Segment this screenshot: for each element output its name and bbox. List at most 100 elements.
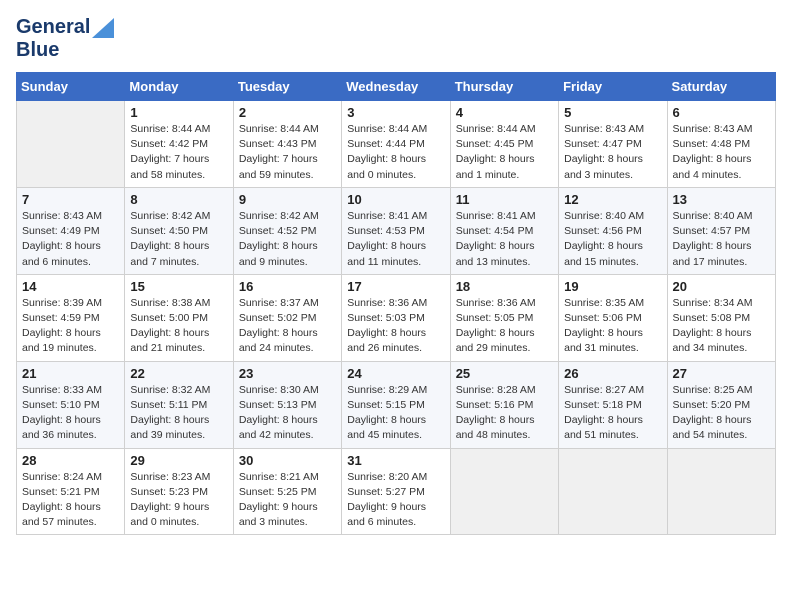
- calendar-cell: 12 Sunrise: 8:40 AM Sunset: 4:56 PM Dayli…: [559, 187, 667, 274]
- day-info: Sunrise: 8:28 AM Sunset: 5:16 PM Dayligh…: [456, 383, 553, 444]
- calendar-cell: 20 Sunrise: 8:34 AM Sunset: 5:08 PM Dayli…: [667, 274, 775, 361]
- weekday-header: Tuesday: [233, 73, 341, 101]
- day-info: Sunrise: 8:23 AM Sunset: 5:23 PM Dayligh…: [130, 470, 227, 531]
- day-number: 1: [130, 105, 227, 120]
- day-number: 19: [564, 279, 661, 294]
- day-number: 22: [130, 366, 227, 381]
- calendar-cell: 17 Sunrise: 8:36 AM Sunset: 5:03 PM Dayli…: [342, 274, 450, 361]
- calendar-cell: 11 Sunrise: 8:41 AM Sunset: 4:54 PM Dayli…: [450, 187, 558, 274]
- day-number: 24: [347, 366, 444, 381]
- calendar-cell: 18 Sunrise: 8:36 AM Sunset: 5:05 PM Dayli…: [450, 274, 558, 361]
- day-info: Sunrise: 8:44 AM Sunset: 4:42 PM Dayligh…: [130, 122, 227, 183]
- day-info: Sunrise: 8:20 AM Sunset: 5:27 PM Dayligh…: [347, 470, 444, 531]
- calendar-cell: 27 Sunrise: 8:25 AM Sunset: 5:20 PM Dayli…: [667, 361, 775, 448]
- day-info: Sunrise: 8:36 AM Sunset: 5:05 PM Dayligh…: [456, 296, 553, 357]
- day-number: 27: [673, 366, 770, 381]
- day-info: Sunrise: 8:27 AM Sunset: 5:18 PM Dayligh…: [564, 383, 661, 444]
- calendar-week-row: 1 Sunrise: 8:44 AM Sunset: 4:42 PM Daylig…: [17, 101, 776, 188]
- calendar-cell: 31 Sunrise: 8:20 AM Sunset: 5:27 PM Dayli…: [342, 448, 450, 535]
- calendar-cell: 5 Sunrise: 8:43 AM Sunset: 4:47 PM Daylig…: [559, 101, 667, 188]
- calendar-cell: 9 Sunrise: 8:42 AM Sunset: 4:52 PM Daylig…: [233, 187, 341, 274]
- day-info: Sunrise: 8:32 AM Sunset: 5:11 PM Dayligh…: [130, 383, 227, 444]
- day-info: Sunrise: 8:44 AM Sunset: 4:45 PM Dayligh…: [456, 122, 553, 183]
- day-info: Sunrise: 8:24 AM Sunset: 5:21 PM Dayligh…: [22, 470, 119, 531]
- calendar-cell: 3Sunrise: 8:44 AM Sunset: 4:44 PM Daylig…: [342, 101, 450, 188]
- day-info: Sunrise: 8:43 AM Sunset: 4:48 PM Dayligh…: [673, 122, 770, 183]
- day-info: Sunrise: 8:39 AM Sunset: 4:59 PM Dayligh…: [22, 296, 119, 357]
- calendar-week-row: 14Sunrise: 8:39 AM Sunset: 4:59 PM Dayli…: [17, 274, 776, 361]
- day-info: Sunrise: 8:38 AM Sunset: 5:00 PM Dayligh…: [130, 296, 227, 357]
- page-header: General Blue: [16, 16, 776, 62]
- day-info: Sunrise: 8:25 AM Sunset: 5:20 PM Dayligh…: [673, 383, 770, 444]
- weekday-header: Wednesday: [342, 73, 450, 101]
- day-info: Sunrise: 8:40 AM Sunset: 4:56 PM Dayligh…: [564, 209, 661, 270]
- day-number: 18: [456, 279, 553, 294]
- day-number: 7: [22, 192, 119, 207]
- day-number: 5: [564, 105, 661, 120]
- weekday-header: Thursday: [450, 73, 558, 101]
- calendar-table: SundayMondayTuesdayWednesdayThursdayFrid…: [16, 72, 776, 535]
- calendar-cell: 15Sunrise: 8:38 AM Sunset: 5:00 PM Dayli…: [125, 274, 233, 361]
- day-number: 26: [564, 366, 661, 381]
- day-info: Sunrise: 8:40 AM Sunset: 4:57 PM Dayligh…: [673, 209, 770, 270]
- day-number: 29: [130, 453, 227, 468]
- logo-text-blue: Blue: [16, 39, 59, 62]
- day-number: 11: [456, 192, 553, 207]
- calendar-cell: 19Sunrise: 8:35 AM Sunset: 5:06 PM Dayli…: [559, 274, 667, 361]
- weekday-header-row: SundayMondayTuesdayWednesdayThursdayFrid…: [17, 73, 776, 101]
- day-number: 2: [239, 105, 336, 120]
- day-number: 8: [130, 192, 227, 207]
- calendar-cell: 25 Sunrise: 8:28 AM Sunset: 5:16 PM Dayli…: [450, 361, 558, 448]
- weekday-header: Friday: [559, 73, 667, 101]
- logo: General Blue: [16, 16, 114, 62]
- day-info: Sunrise: 8:37 AM Sunset: 5:02 PM Dayligh…: [239, 296, 336, 357]
- calendar-cell: 7 Sunrise: 8:43 AM Sunset: 4:49 PM Daylig…: [17, 187, 125, 274]
- day-number: 23: [239, 366, 336, 381]
- day-info: Sunrise: 8:34 AM Sunset: 5:08 PM Dayligh…: [673, 296, 770, 357]
- calendar-cell: [450, 448, 558, 535]
- logo-text-general: General: [16, 16, 90, 39]
- calendar-cell: 6 Sunrise: 8:43 AM Sunset: 4:48 PM Daylig…: [667, 101, 775, 188]
- calendar-cell: 16Sunrise: 8:37 AM Sunset: 5:02 PM Dayli…: [233, 274, 341, 361]
- day-info: Sunrise: 8:44 AM Sunset: 4:44 PM Dayligh…: [347, 122, 444, 183]
- day-number: 17: [347, 279, 444, 294]
- calendar-cell: 2 Sunrise: 8:44 AM Sunset: 4:43 PM Daylig…: [233, 101, 341, 188]
- logo-arrow-icon: [92, 18, 114, 38]
- day-number: 9: [239, 192, 336, 207]
- day-info: Sunrise: 8:43 AM Sunset: 4:49 PM Dayligh…: [22, 209, 119, 270]
- weekday-header: Monday: [125, 73, 233, 101]
- day-info: Sunrise: 8:33 AM Sunset: 5:10 PM Dayligh…: [22, 383, 119, 444]
- day-info: Sunrise: 8:43 AM Sunset: 4:47 PM Dayligh…: [564, 122, 661, 183]
- day-number: 13: [673, 192, 770, 207]
- day-info: Sunrise: 8:29 AM Sunset: 5:15 PM Dayligh…: [347, 383, 444, 444]
- day-info: Sunrise: 8:42 AM Sunset: 4:52 PM Dayligh…: [239, 209, 336, 270]
- calendar-cell: 13 Sunrise: 8:40 AM Sunset: 4:57 PM Dayli…: [667, 187, 775, 274]
- weekday-header: Sunday: [17, 73, 125, 101]
- calendar-cell: 14Sunrise: 8:39 AM Sunset: 4:59 PM Dayli…: [17, 274, 125, 361]
- calendar-cell: 30Sunrise: 8:21 AM Sunset: 5:25 PM Dayli…: [233, 448, 341, 535]
- day-number: 6: [673, 105, 770, 120]
- calendar-cell: 1 Sunrise: 8:44 AM Sunset: 4:42 PM Daylig…: [125, 101, 233, 188]
- day-number: 31: [347, 453, 444, 468]
- calendar-week-row: 28Sunrise: 8:24 AM Sunset: 5:21 PM Dayli…: [17, 448, 776, 535]
- calendar-cell: [17, 101, 125, 188]
- day-number: 12: [564, 192, 661, 207]
- day-number: 21: [22, 366, 119, 381]
- calendar-cell: 28Sunrise: 8:24 AM Sunset: 5:21 PM Dayli…: [17, 448, 125, 535]
- day-info: Sunrise: 8:42 AM Sunset: 4:50 PM Dayligh…: [130, 209, 227, 270]
- calendar-week-row: 21 Sunrise: 8:33 AM Sunset: 5:10 PM Dayli…: [17, 361, 776, 448]
- day-info: Sunrise: 8:36 AM Sunset: 5:03 PM Dayligh…: [347, 296, 444, 357]
- calendar-cell: 4 Sunrise: 8:44 AM Sunset: 4:45 PM Daylig…: [450, 101, 558, 188]
- day-number: 25: [456, 366, 553, 381]
- day-info: Sunrise: 8:44 AM Sunset: 4:43 PM Dayligh…: [239, 122, 336, 183]
- day-number: 30: [239, 453, 336, 468]
- calendar-cell: 26 Sunrise: 8:27 AM Sunset: 5:18 PM Dayli…: [559, 361, 667, 448]
- day-info: Sunrise: 8:41 AM Sunset: 4:53 PM Dayligh…: [347, 209, 444, 270]
- day-info: Sunrise: 8:41 AM Sunset: 4:54 PM Dayligh…: [456, 209, 553, 270]
- day-number: 20: [673, 279, 770, 294]
- day-number: 4: [456, 105, 553, 120]
- calendar-cell: 21 Sunrise: 8:33 AM Sunset: 5:10 PM Dayli…: [17, 361, 125, 448]
- day-info: Sunrise: 8:30 AM Sunset: 5:13 PM Dayligh…: [239, 383, 336, 444]
- day-number: 10: [347, 192, 444, 207]
- calendar-cell: 24 Sunrise: 8:29 AM Sunset: 5:15 PM Dayli…: [342, 361, 450, 448]
